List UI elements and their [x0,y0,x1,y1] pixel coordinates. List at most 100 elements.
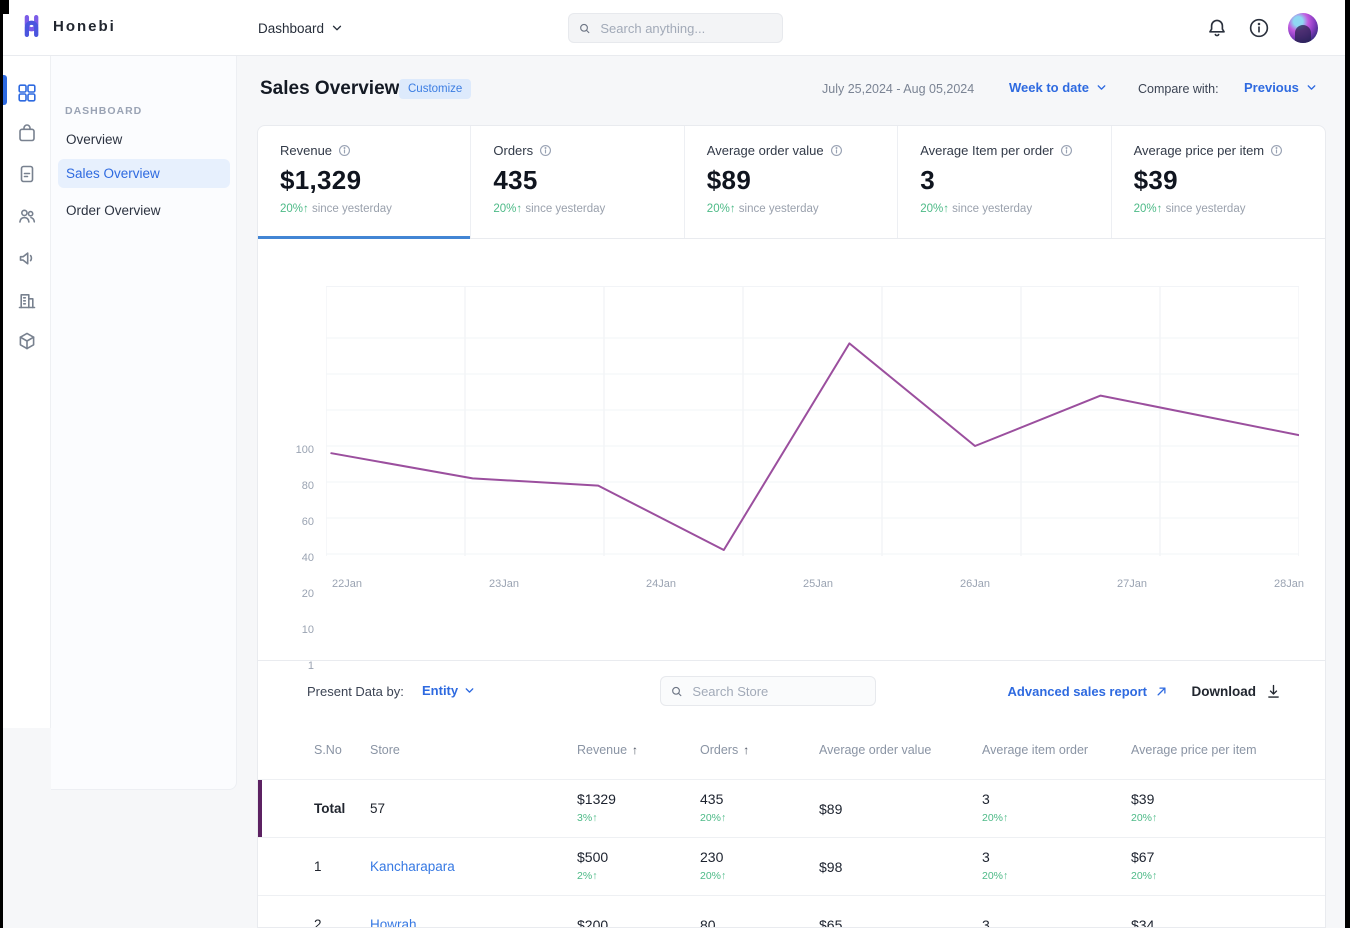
kpi-card-revenue[interactable]: Revenue $1,329 20%↑ since yesterday [258,126,472,239]
kpi-label-text: Revenue [280,143,333,158]
y-axis-tick-label: 20 [301,588,314,600]
chevron-down-icon [465,688,474,693]
table-row: Total 57 $1329 3%↑ 435 20%↑ $89 3 20%↑ $… [258,779,1325,837]
rail-item-megaphone[interactable] [17,248,37,268]
sidebar-item-label: Order Overview [66,203,161,218]
column-header-orders[interactable]: Orders ↑ [700,743,819,757]
cell-delta: 3%↑ [577,812,598,824]
sidebar-item-label: Overview [66,132,123,147]
rail-item-users[interactable] [17,206,37,226]
building-icon [18,294,36,309]
kpi-card-average-order-value[interactable]: Average order value $89 20%↑ since yeste… [685,126,899,238]
chevron-down-icon [332,25,342,31]
table-cell: $65 [819,896,982,928]
entity-selector[interactable]: Entity [422,683,476,698]
kpi-card-orders[interactable]: Orders 435 20%↑ since yesterday [471,126,685,238]
info-icon[interactable] [1248,17,1270,39]
kpi-card-average-item-per-order[interactable]: Average Item per order 3 20%↑ since yest… [898,126,1112,238]
table-cell: $1329 3%↑ [577,780,700,837]
sidebar-item-order-overview[interactable]: Order Overview [58,196,230,225]
bell-icon[interactable] [1206,17,1228,39]
download-button[interactable]: Download [1192,683,1283,700]
compare-with-label: Compare with: [1138,82,1219,96]
cell-store[interactable]: Howrah [370,896,577,927]
dashboard-menu[interactable]: Dashboard [258,0,344,56]
info-icon [1271,144,1283,157]
up-arrow-icon: ↑ [592,812,598,824]
present-data-by-label: Present Data by: [307,684,404,699]
rail-item-building[interactable] [17,290,37,310]
store-search-input[interactable] [690,682,866,700]
compare-selector[interactable]: Previous [1244,80,1318,95]
global-search[interactable] [568,13,783,43]
sidebar-item-label: Sales Overview [66,166,160,181]
customize-button[interactable]: Customize [399,79,472,99]
cell-value: $67 [1131,849,1155,865]
screen: Honebi Dashboard DASHBOAR [0,0,1350,928]
table-cell: 435 20%↑ [700,780,819,837]
avatar[interactable] [1288,13,1318,43]
sort-up-icon[interactable]: ↑ [632,743,638,757]
global-search-input[interactable] [598,19,773,37]
y-axis-tick-label: 80 [301,480,314,492]
package-icon [19,332,35,350]
rail-item-grid[interactable] [17,83,37,103]
range-selector[interactable]: Week to date [1009,80,1108,95]
y-axis-tick-label: 100 [295,444,314,456]
line-chart-plot [326,286,1299,556]
table-cell: $39 20%↑ [1131,780,1325,837]
screen-notch [0,0,9,14]
kpi-delta-pct: 20% [920,203,944,215]
download-label: Download [1191,684,1257,699]
bag-icon [19,124,35,142]
sales-panel: Revenue $1,329 20%↑ since yesterday Orde… [257,125,1326,928]
store-search[interactable] [660,676,876,706]
sort-up-icon[interactable]: ↑ [743,743,749,757]
kpi-delta-pct: 20% [1133,203,1157,215]
sidebar-section-label: DASHBOARD [65,105,143,117]
range-selector-value: Week to date [1009,80,1089,95]
up-arrow-icon: ↑ [1152,812,1158,824]
kpi-label-text: Orders [493,143,534,158]
brand[interactable]: Honebi [18,12,116,40]
kpi-label: Average Item per order [920,143,1110,158]
column-header-label: Average item order [982,742,1089,757]
column-header-sno: S.No [314,742,342,757]
rail-item-package[interactable] [17,331,37,351]
table-cell: $200 [577,896,700,928]
store-link[interactable]: Howrah [370,917,577,927]
cell-value: 3 [982,791,990,807]
kpi-card-average-price-per-item[interactable]: Average price per item $39 20%↑ since ye… [1112,126,1325,238]
cell-store[interactable]: Kancharapara [370,838,577,895]
rail-item-bag[interactable] [17,123,37,143]
cell-value: $1329 [577,791,616,807]
cell-sno: Total [314,801,346,816]
rail-item-document[interactable] [17,164,37,184]
up-arrow-icon: ↑ [592,870,598,882]
search-icon [580,23,590,33]
cell-value: $65 [819,916,843,928]
store-link[interactable]: Kancharapara [370,859,577,874]
active-rail-indicator [3,75,7,105]
advanced-sales-report-link[interactable]: Advanced sales report [1008,684,1169,699]
up-arrow-icon: ↑ [1156,203,1163,215]
kpi-delta-pct: 20% [280,203,304,215]
up-arrow-icon: ↑ [1003,812,1009,824]
table-row: 2 Howrah $200 80 $65 3 $34 [258,895,1325,928]
chevron-down-icon [1097,85,1106,90]
sidebar-item-sales-overview[interactable]: Sales Overview [58,159,230,188]
x-axis-tick-label: 24Jan [646,578,676,590]
info-icon [1060,144,1072,157]
app-window: Honebi Dashboard DASHBOAR [3,0,1345,928]
kpi-delta-note: since yesterday [738,203,819,215]
cell-value: 3 [982,849,990,865]
y-axis-tick-label: 60 [301,516,314,528]
table-cell: $89 [819,780,982,837]
kpi-delta-note: since yesterday [525,203,606,215]
cell-delta: 20%↑ [1131,870,1158,882]
sidebar-item-overview[interactable]: Overview [58,125,230,154]
column-header-revenue[interactable]: Revenue ↑ [577,743,700,757]
up-arrow-icon: ↑ [721,812,727,824]
kpi-label: Revenue [280,143,470,158]
column-header-label: Orders [700,742,739,757]
